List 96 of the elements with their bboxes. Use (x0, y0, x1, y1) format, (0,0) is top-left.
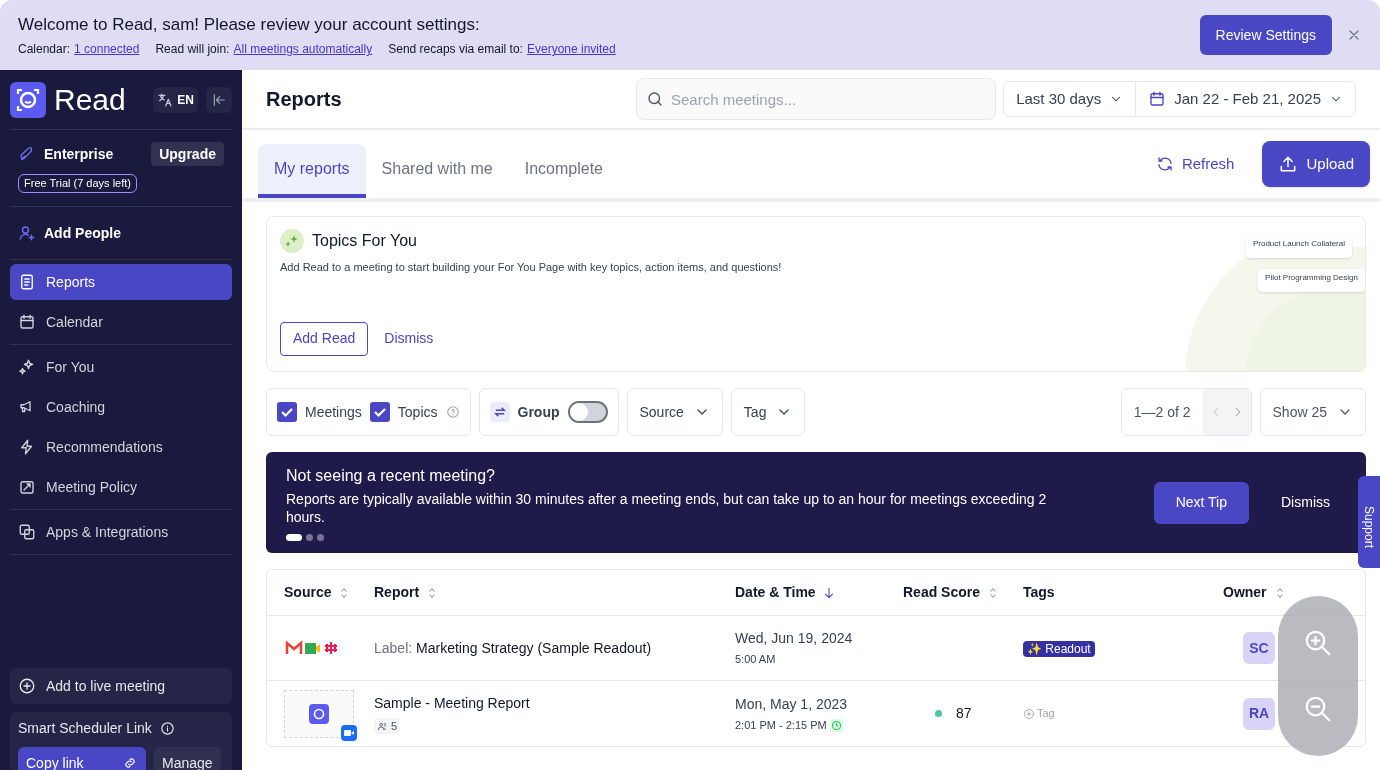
manage-button[interactable]: Manage (154, 747, 221, 770)
column-header[interactable]: Date & Time (735, 582, 816, 603)
nav-item[interactable]: Calendar (10, 304, 232, 340)
policy-icon (18, 478, 36, 496)
translate-icon (157, 91, 174, 108)
dismiss-button[interactable]: Dismiss (384, 328, 434, 349)
upgrade-button[interactable]: Upgrade (151, 142, 224, 166)
owner-avatar: SC (1243, 632, 1275, 664)
checkbox[interactable] (369, 402, 390, 422)
zoom-out-icon (1303, 694, 1333, 724)
tab[interactable]: Incomplete (508, 144, 619, 198)
setting-link[interactable]: 1 connected (74, 40, 140, 59)
preview-title: Product Launch Collateral (1252, 238, 1345, 250)
trial-badge: Free Trial (7 days left) (18, 174, 137, 193)
nav-item[interactable]: For You (10, 349, 232, 385)
add-person-icon (18, 224, 36, 242)
date-range-picker[interactable]: Jan 22 - Feb 21, 2025 (1136, 82, 1355, 116)
copy-link-button[interactable]: Copy link (18, 747, 146, 770)
banner-title: Welcome to Read, sam! Please review your account settings: (18, 13, 481, 36)
language-button[interactable]: EN (153, 86, 198, 113)
swap-icon (489, 402, 510, 422)
read-score: 87 (956, 704, 972, 723)
add-people-button[interactable]: Add People (10, 219, 129, 247)
add-to-live-meeting-button[interactable]: Add to live meeting (10, 668, 232, 704)
checkbox-label: Meetings (305, 402, 362, 422)
refresh-icon (1155, 155, 1174, 173)
setting-link[interactable]: All meetings automatically (233, 40, 373, 59)
support-tab[interactable]: Support (1358, 476, 1380, 568)
page-range: 1—2 of 2 (1132, 402, 1192, 422)
search-field[interactable]: Search meetings... (636, 78, 996, 120)
help-icon (445, 405, 460, 419)
nav-item[interactable]: Apps & Integrations (10, 514, 232, 550)
sparkle-icon (280, 229, 304, 253)
topics-description: Add Read to a meeting to start building your For You Page with key topics, action items, and questions! (280, 260, 783, 275)
topics-title: Topics For You (312, 231, 417, 251)
meeting-time: 2:01 PM - 2:15 PM (735, 717, 827, 733)
attendee-count: 5 (374, 717, 401, 735)
sparkle-icon (18, 358, 36, 376)
setting-label: Read will join: (155, 41, 230, 59)
group-label: Group (517, 402, 560, 422)
setting-label: Send recaps via email to: (388, 41, 523, 59)
nav-item[interactable]: Coaching (10, 389, 232, 425)
info-icon (159, 721, 175, 736)
people-icon (377, 720, 388, 732)
checkbox-label: Topics (397, 402, 438, 422)
meeting-time: 5:00 AM (735, 652, 776, 668)
source-dropdown[interactable]: Source (626, 388, 723, 436)
tab[interactable]: Shared with me (365, 144, 509, 198)
plan-name: Enterprise (44, 144, 114, 164)
owner-avatar: RA (1243, 697, 1275, 730)
meeting-date: Mon, May 1, 2023 (735, 694, 849, 714)
next-tip-button[interactable]: Next Tip (1153, 481, 1249, 524)
column-header[interactable]: Report (374, 582, 420, 603)
column-header[interactable]: Owner (1223, 582, 1267, 603)
read-logo-icon (309, 703, 329, 724)
add-read-button[interactable]: Add Read (280, 321, 369, 356)
page-title: Reports (266, 87, 343, 112)
report-title[interactable]: Sample - Meeting Report (374, 692, 735, 714)
link-icon (122, 755, 138, 770)
tab[interactable]: My reports (258, 144, 366, 198)
nav-item[interactable]: Meeting Policy (10, 469, 232, 505)
upload-button[interactable]: Upload (1262, 141, 1370, 187)
refresh-button[interactable]: Refresh (1147, 152, 1243, 176)
tip-text: Reports are typically available within 30 minutes after a meeting ends, but can take up to an hour for meetings exceeding 2 hours. (286, 490, 1048, 526)
dismiss-button[interactable]: Dismiss (1265, 492, 1346, 513)
calendar-icon (1148, 90, 1167, 108)
report-title[interactable]: Label: Marketing Strategy (Sample Readout) (374, 637, 735, 659)
meeting-date: Wed, Jun 19, 2024 (735, 629, 854, 649)
review-settings-button[interactable]: Review Settings (1199, 15, 1332, 55)
logo-icon (10, 81, 46, 118)
tag-dropdown[interactable]: Tag (730, 388, 806, 436)
checkbox[interactable] (277, 402, 297, 422)
setting-link[interactable]: Everyone invited (526, 40, 616, 59)
tip-title: Not seeing a recent meeting? (286, 466, 496, 486)
clock-icon (829, 718, 843, 732)
add-circle-icon (18, 677, 36, 695)
nav-item[interactable]: Recommendations (10, 429, 232, 465)
collapse-icon (211, 91, 227, 108)
calendar-icon (18, 313, 36, 331)
collapse-button[interactable] (206, 86, 232, 113)
scheduler-title: Smart Scheduler Link (18, 719, 152, 738)
zoom-in-icon (1303, 628, 1333, 658)
tag-badge[interactable]: ✨ Readout (1023, 641, 1095, 657)
column-header[interactable]: Source (284, 582, 332, 603)
add-circle-icon (1023, 707, 1035, 720)
column-header[interactable]: Read Score (903, 582, 981, 603)
page-size-dropdown[interactable]: Show 25 (1259, 388, 1366, 436)
document-icon (18, 273, 36, 291)
group-toggle[interactable] (567, 401, 608, 423)
brand-name: Read (54, 82, 126, 118)
apps-icon (18, 523, 36, 541)
setting-label: Calendar: (18, 41, 71, 59)
range-dropdown[interactable]: Last 30 days (1004, 82, 1137, 116)
column-header[interactable]: Tags (1023, 582, 1055, 603)
nav-item[interactable]: Reports (10, 264, 232, 300)
preview-title: Pilot Programming Design (1265, 272, 1358, 284)
